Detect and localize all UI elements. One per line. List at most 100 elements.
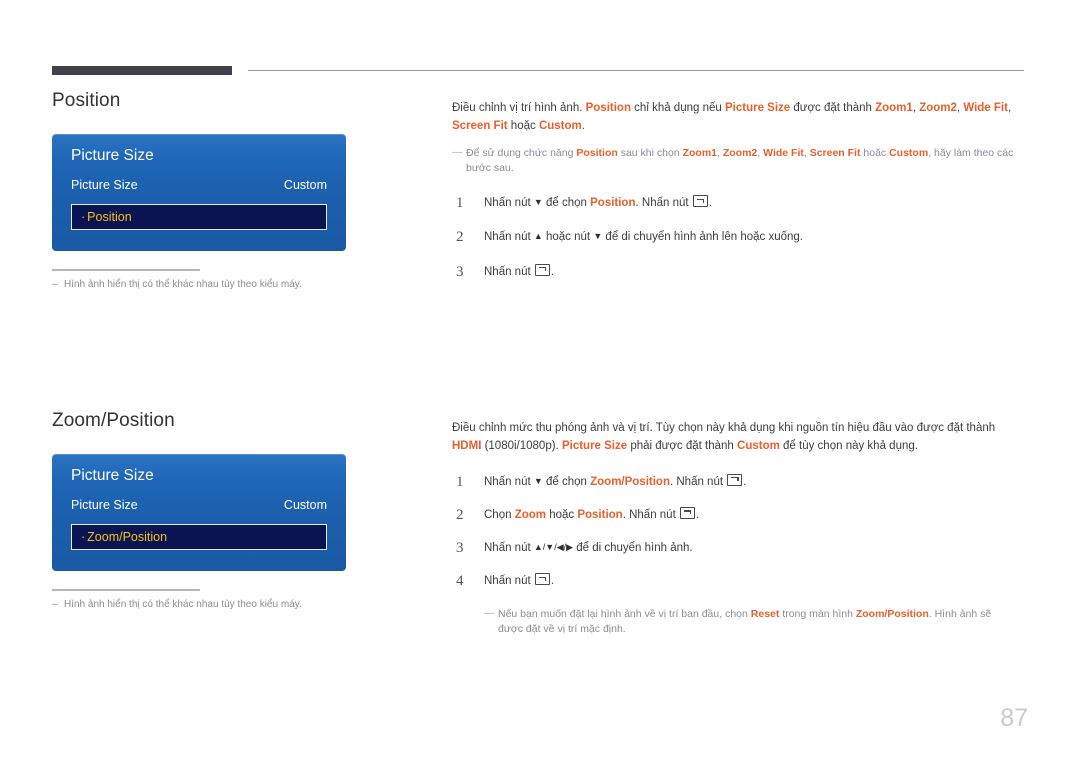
caption-block-position: – Hình ảnh hiển thị có thể khác nhau tùy … [52, 269, 352, 293]
step-number: 2 [456, 506, 464, 523]
step-item: 2 Nhấn nút ▲ hoặc nút ▼ để di chuyển hình… [452, 229, 1027, 246]
step-text: . [708, 197, 712, 210]
body-text: hoặc [507, 119, 539, 132]
note-dash-icon: ― [484, 606, 495, 619]
body-text: Điều chỉnh mức thu phóng ảnh và vị trí. … [452, 422, 996, 434]
keyword-position: Position [585, 102, 631, 114]
page-title-position: Position [52, 90, 121, 111]
keyword-custom: Custom [889, 146, 929, 159]
osd-highlight-row-position[interactable]: · Position [71, 204, 327, 230]
step-text: hoặc nút [542, 231, 594, 244]
step-item: 1 Nhấn nút ▼ để chọn Position. Nhấn nút . [452, 195, 1027, 212]
body-text: . [581, 119, 585, 132]
caption-dash-icon: – [52, 279, 58, 290]
step-text: Nhấn nút [484, 197, 534, 210]
step-item: 3 Nhấn nút ▲/▼/◀/▶ để di chuyển hình ảnh. [452, 540, 1027, 557]
caption-label: Hình ảnh hiển thị có thể khác nhau tùy t… [64, 279, 302, 290]
steps-list-zoom-position: 1 Nhấn nút ▼ để chọn Zoom/Position. Nhấn … [452, 473, 1027, 591]
body-text: chỉ khả dụng nếu [630, 102, 725, 114]
body-text: Điều chỉnh vị trí hình ảnh. [452, 102, 586, 114]
osd-panel-title: Picture Size [71, 147, 154, 164]
keyword-picture-size: Picture Size [561, 439, 628, 452]
osd-row-label: Picture Size [71, 178, 138, 192]
step-item: 4 Nhấn nút . [452, 573, 1027, 590]
page-number: 87 [1000, 704, 1028, 732]
step-text: Nhấn nút [484, 542, 534, 555]
osd-highlight-row-zoom-position[interactable]: · Zoom/Position [71, 524, 327, 550]
note-text: sau khi chọn [617, 146, 683, 159]
step-item: 2 Chọn Zoom hoặc Position. Nhấn nút . [452, 506, 1027, 524]
step-number: 3 [456, 540, 464, 557]
note-text: Nếu bạn muốn đặt lại hình ảnh về vị trí … [498, 607, 751, 620]
caption-divider [52, 589, 200, 591]
body-paragraph-zoom-position: Điều chỉnh mức thu phóng ảnh và vị trí. … [452, 420, 1027, 456]
header-divider-line [248, 70, 1024, 71]
keyword-zoom1: Zoom1 [875, 102, 913, 114]
enter-key-icon [727, 473, 743, 486]
body-text: được đặt thành [790, 102, 876, 114]
step-text: hoặc [546, 508, 578, 521]
body-text: phải được đặt thành [627, 439, 738, 452]
step-number: 4 [456, 573, 464, 590]
osd-row-label: Picture Size [71, 498, 138, 512]
step-text: để di chuyển hình ảnh. [573, 542, 693, 555]
osd-row-picture-size[interactable]: Custom Picture Size [71, 498, 327, 516]
osd-highlight-label: Zoom/Position [87, 530, 168, 544]
page-header [52, 65, 1024, 77]
keyword-position: Position [577, 508, 623, 521]
footer-note-reset: ― Nếu bạn muốn đặt lại hình ảnh về vị trí… [484, 607, 1018, 639]
keyword-zoom: Zoom [514, 508, 546, 521]
keyword-reset: Reset [750, 607, 780, 620]
note-text: hoặc [860, 146, 890, 159]
body-text: (1080i/1080p). [481, 439, 562, 452]
keyword-position: Position [590, 197, 636, 210]
arrow-down-icon: ▼ [533, 475, 543, 486]
note-text: Để sử dụng chức năng [466, 146, 577, 159]
keyword-screen-fit: Screen Fit [452, 119, 508, 132]
keyword-wide-fit: Wide Fit [963, 102, 1008, 114]
keyword-custom: Custom [538, 119, 582, 132]
step-text: . [550, 265, 555, 278]
step-text: . [695, 508, 700, 521]
section-position-right-column: Điều chỉnh vị trí hình ảnh. Position chỉ… [452, 100, 1027, 298]
step-text: . Nhấn nút [622, 508, 679, 521]
body-text: để tùy chọn này khả dụng. [779, 439, 918, 452]
step-text: . [550, 575, 555, 588]
section-zoom-position-left-column: Zoom/Position Picture Size Custom Pictur… [52, 410, 412, 613]
arrow-down-icon: ▼ [593, 231, 603, 242]
step-text: Nhấn nút [484, 475, 534, 488]
osd-highlight-label: Position [87, 210, 132, 224]
step-text: Nhấn nút [484, 575, 534, 588]
note-text: trong màn hình [779, 607, 856, 620]
bullet-dot-icon: · [81, 210, 86, 224]
caption-dash-icon: – [52, 599, 58, 610]
bullet-dot-icon: · [81, 530, 86, 544]
osd-panel-title: Picture Size [71, 467, 154, 484]
step-text: . [743, 475, 747, 488]
keyword-position: Position [576, 146, 618, 159]
header-accent-bar [52, 66, 232, 75]
enter-key-icon [679, 506, 695, 519]
step-text: để chọn [542, 197, 591, 210]
section-zoom-position-right-column: Điều chỉnh mức thu phóng ảnh và vị trí. … [452, 420, 1027, 638]
step-text: Nhấn nút [484, 265, 534, 278]
keyword-screen-fit: Screen Fit [809, 146, 861, 159]
enter-key-icon [534, 573, 550, 586]
caption-label: Hình ảnh hiển thị có thể khác nhau tùy t… [64, 599, 302, 610]
step-item: 1 Nhấn nút ▼ để chọn Zoom/Position. Nhấn … [452, 473, 1027, 491]
enter-key-icon [692, 195, 708, 208]
keyword-custom: Custom [737, 439, 780, 452]
caption-text-zoom-position: – Hình ảnh hiển thị có thể khác nhau tùy … [52, 598, 352, 613]
note-dash-icon: ― [452, 145, 463, 158]
osd-row-value: Custom [283, 498, 327, 512]
step-text: . Nhấn nút [669, 475, 727, 488]
osd-panel-picture-size-position: Picture Size Custom Picture Size · Positi… [52, 134, 346, 251]
body-text: , [1007, 102, 1012, 114]
arrow-up-icon: ▲ [533, 231, 543, 242]
step-text: Chọn [484, 508, 515, 521]
osd-panel-picture-size-zoom-position: Picture Size Custom Picture Size · Zoom/P… [52, 454, 346, 571]
arrow-down-icon: ▼ [533, 197, 543, 208]
keyword-zoom2: Zoom2 [722, 146, 758, 159]
osd-row-picture-size[interactable]: Custom Picture Size [71, 178, 327, 196]
keyword-zoom-position: Zoom/Position [855, 607, 929, 620]
